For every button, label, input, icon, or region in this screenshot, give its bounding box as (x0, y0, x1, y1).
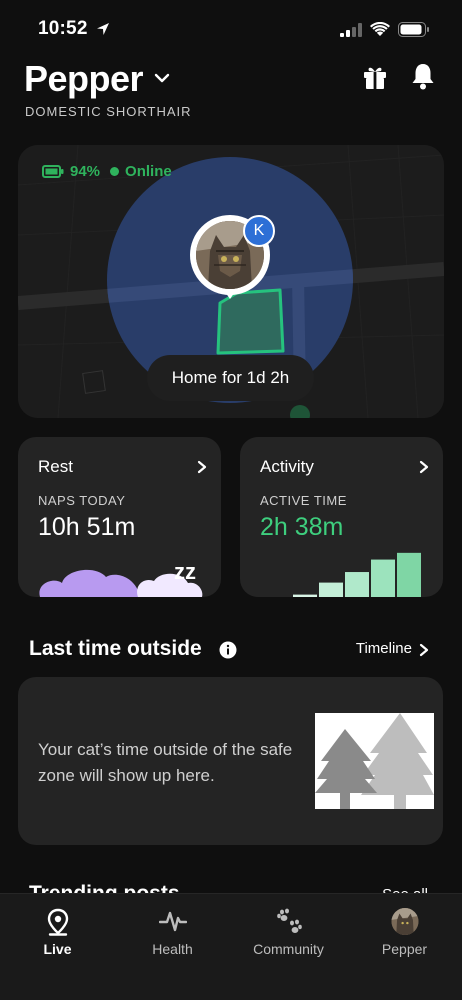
tab-community[interactable]: Community (231, 894, 346, 974)
tab-pepper-label: Pepper (381, 941, 428, 957)
chevron-down-icon (154, 73, 169, 83)
wifi-icon (370, 22, 390, 36)
member-badge[interactable]: K (243, 215, 275, 247)
pet-header: Pepper DOMESTIC SHORTHAIR (24, 58, 438, 124)
location-duration: for 1d 2h (222, 368, 290, 387)
tab-health[interactable]: Health (115, 894, 230, 974)
battery-status-icon (42, 165, 64, 178)
location-pill[interactable]: Home for 1d 2h (147, 355, 314, 401)
live-map-card[interactable]: 94% Online K Home for 1d 2h (18, 145, 444, 418)
location-pin-icon (47, 908, 68, 936)
pet-name: Pepper (24, 58, 144, 99)
bottom-tab-bar: Live Health Community Pepper (0, 893, 462, 1000)
sleep-zz: zz (174, 559, 196, 584)
chevron-right-icon (197, 460, 207, 474)
tab-community-label: Community (253, 941, 324, 957)
sleep-clouds-illustration: zz (39, 559, 203, 597)
battery-percent: 94% (70, 163, 101, 180)
online-status: Online (125, 163, 172, 180)
activity-bars-chart (293, 552, 421, 597)
activity-title: Activity (260, 457, 314, 476)
status-time: 10:52 (38, 18, 88, 39)
device-status: 94% Online (42, 163, 172, 180)
trees-illustration (315, 713, 434, 809)
naps-label: NAPS TODAY (38, 493, 126, 508)
active-time-value: 2h 38m (260, 513, 344, 541)
chevron-right-icon (419, 460, 429, 474)
tab-pepper[interactable]: Pepper (347, 894, 462, 974)
pin-tail (223, 289, 237, 299)
activity-card[interactable]: Activity ACTIVE TIME 2h 38m (240, 437, 443, 597)
section-title-outside: Last time outside (29, 637, 202, 660)
paw-prints-icon (276, 908, 302, 933)
activity-bar (371, 559, 395, 597)
heartbeat-icon (158, 911, 187, 932)
signal-icon (340, 22, 362, 37)
bell-icon[interactable] (410, 62, 436, 90)
naps-value: 10h 51m (38, 513, 136, 541)
activity-bar (293, 594, 317, 597)
pet-breed: DOMESTIC SHORTHAIR (25, 104, 192, 119)
gift-icon[interactable] (362, 64, 388, 90)
online-dot (110, 167, 120, 176)
timeline-link-label: Timeline (355, 640, 412, 657)
rest-card[interactable]: Rest NAPS TODAY 10h 51m zz (18, 437, 221, 597)
activity-bar (345, 572, 369, 597)
location-arrow-icon (97, 23, 109, 35)
info-icon[interactable] (219, 641, 237, 659)
activity-bar (397, 552, 421, 597)
tab-health-label: Health (152, 941, 193, 957)
outside-empty-card: Your cat’s time outside of the safe zone… (18, 677, 443, 845)
activity-bar (319, 582, 343, 597)
status-bar: 10:52 (0, 0, 462, 60)
location-label: Home (171, 368, 218, 387)
pet-switcher[interactable]: Pepper (24, 58, 170, 100)
tab-live[interactable]: Live (0, 894, 115, 974)
battery-icon (398, 22, 429, 37)
tab-live-label: Live (43, 941, 72, 957)
rest-title: Rest (38, 457, 73, 476)
chevron-right-icon (419, 643, 429, 657)
active-time-label: ACTIVE TIME (260, 493, 347, 508)
pet-avatar (391, 908, 418, 935)
outside-empty-message: Your cat’s time outside of the safe zone… (38, 740, 293, 785)
